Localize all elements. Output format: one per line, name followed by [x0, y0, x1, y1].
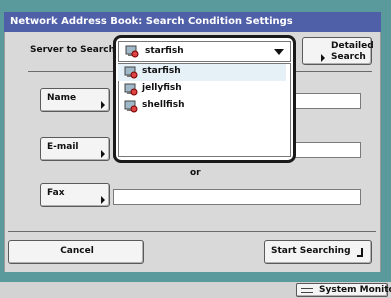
- system-monitor-icon: [301, 288, 313, 293]
- server-option-shellfish[interactable]: shellfish: [118, 98, 286, 115]
- name-button-label: Name: [47, 93, 77, 103]
- start-searching-button[interactable]: Start Searching: [264, 240, 372, 264]
- name-button[interactable]: Name: [40, 88, 110, 112]
- server-icon: [124, 100, 138, 113]
- fax-button[interactable]: Fax: [40, 183, 110, 207]
- server-icon: [125, 45, 139, 58]
- window-title: Network Address Book: Search Condition S…: [4, 12, 381, 32]
- chevron-down-icon: [274, 49, 284, 55]
- fax-button-label: Fax: [47, 188, 65, 198]
- server-option-starfish[interactable]: starfish: [118, 64, 286, 81]
- arrow-right-icon: [101, 101, 105, 109]
- email-button[interactable]: E-mail: [40, 137, 110, 161]
- detailed-search-label-line1: Detailed: [331, 41, 374, 51]
- fax-field[interactable]: [113, 189, 361, 205]
- cancel-button[interactable]: Cancel: [8, 240, 144, 264]
- divider-bottom: [8, 231, 376, 232]
- or-text: or: [190, 168, 201, 178]
- server-select[interactable]: starfish: [118, 41, 291, 62]
- cancel-button-label: Cancel: [60, 246, 94, 256]
- arrow-right-icon: [101, 196, 105, 204]
- system-monitor-label: System Monitor: [319, 285, 391, 295]
- server-option-jellyfish[interactable]: jellyfish: [118, 81, 286, 98]
- server-to-search-label: Server to Search: [30, 45, 116, 55]
- detailed-search-button[interactable]: Detailed Search: [302, 37, 374, 65]
- server-select-value: starfish: [145, 46, 184, 56]
- detailed-search-label-line2: Search: [331, 52, 366, 62]
- start-searching-label: Start Searching: [271, 246, 351, 256]
- arrow-right-icon: [101, 150, 105, 158]
- email-button-label: E-mail: [47, 142, 79, 152]
- server-icon: [124, 66, 138, 79]
- side-panel: [381, 0, 391, 282]
- arrow-right-icon: [321, 54, 325, 62]
- enter-icon: [357, 248, 363, 257]
- server-icon: [124, 83, 138, 96]
- system-monitor-button[interactable]: System Monitor: [296, 283, 391, 297]
- server-option-label: shellfish: [142, 100, 185, 110]
- server-option-label: jellyfish: [142, 83, 182, 93]
- server-option-label: starfish: [142, 66, 181, 76]
